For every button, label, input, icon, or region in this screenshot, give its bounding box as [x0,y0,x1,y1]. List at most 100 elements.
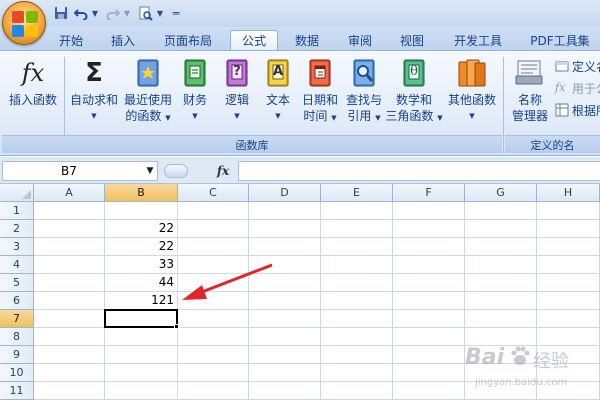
cell-f9[interactable] [393,346,465,364]
formula-input[interactable] [238,161,600,181]
row-header-3[interactable]: 3 [0,238,34,256]
name-manager-button[interactable]: 名称 管理器 [506,57,554,124]
cell-e8[interactable] [321,328,393,346]
cell-a10[interactable] [34,364,105,382]
cell-h6[interactable] [537,292,600,310]
create-from-selection-button[interactable]: 根据所 [555,101,600,119]
cell-c2[interactable] [178,220,249,238]
cell-e7[interactable] [321,310,393,328]
column-header-c[interactable]: C [178,184,249,202]
cell-d8[interactable] [249,328,321,346]
redo-dropdown-icon[interactable]: ▼ [123,4,131,22]
column-header-d[interactable]: D [249,184,321,202]
tab-pdf-tools[interactable]: PDF工具集 [522,30,598,50]
cell-g2[interactable] [465,220,537,238]
column-header-h[interactable]: H [537,184,600,202]
cell-g6[interactable] [465,292,537,310]
cell-f6[interactable] [393,292,465,310]
qat-more-icon[interactable]: ═ [171,4,181,22]
cell-e5[interactable] [321,274,393,292]
row-header-4[interactable]: 4 [0,256,34,274]
cell-d1[interactable] [249,202,321,220]
cell-d10[interactable] [249,364,321,382]
cell-b4[interactable]: 33 [105,256,178,274]
cell-f7[interactable] [393,310,465,328]
cell-f1[interactable] [393,202,465,220]
cell-b10[interactable] [105,364,178,382]
cell-f8[interactable] [393,328,465,346]
row-header-10[interactable]: 10 [0,364,34,382]
math-trig-button[interactable]: θ 数学和 三角函数 ▼ [384,57,444,126]
cell-h5[interactable] [537,274,600,292]
cell-d4[interactable] [249,256,321,274]
cell-d9[interactable] [249,346,321,364]
tab-home[interactable]: 开始 [50,30,92,50]
cell-h1[interactable] [537,202,600,220]
cell-a4[interactable] [34,256,105,274]
more-functions-button[interactable]: 其他函数 ▼ [444,57,500,124]
cell-c6[interactable] [178,292,249,310]
text-button[interactable]: A 文本 ▼ [258,57,298,124]
use-in-formula-button[interactable]: fx 用于公 [555,79,600,97]
lookup-reference-button[interactable]: 查找与 引用 ▼ [342,57,386,126]
tab-formulas[interactable]: 公式 [230,30,278,50]
cell-d2[interactable] [249,220,321,238]
save-icon[interactable] [52,4,70,22]
row-header-11[interactable]: 11 [0,382,34,400]
tab-insert[interactable]: 插入 [102,30,144,50]
cell-c5[interactable] [178,274,249,292]
column-header-e[interactable]: E [321,184,393,202]
tab-page-layout[interactable]: 页面布局 [155,30,221,50]
tab-data[interactable]: 数据 [285,30,329,50]
office-button[interactable] [2,1,46,45]
cell-d7[interactable] [249,310,321,328]
cell-c8[interactable] [178,328,249,346]
cell-a6[interactable] [34,292,105,310]
date-time-button[interactable]: 日期和 时间 ▼ [298,57,342,126]
cell-b3[interactable]: 22 [105,238,178,256]
name-box-dropdown-icon[interactable]: ▼ [143,166,157,176]
cell-b6[interactable]: 121 [105,292,178,310]
autosum-button[interactable]: Σ 自动求和 ▼ [66,57,122,124]
undo-dropdown-icon[interactable]: ▼ [91,4,99,22]
cell-b8[interactable] [105,328,178,346]
row-header-7[interactable]: 7 [0,310,34,328]
cell-a5[interactable] [34,274,105,292]
cell-h2[interactable] [537,220,600,238]
tab-view[interactable]: 视图 [390,30,434,50]
print-preview-icon[interactable] [136,4,154,22]
cell-e4[interactable] [321,256,393,274]
cell-b9[interactable] [105,346,178,364]
row-header-5[interactable]: 5 [0,274,34,292]
cell-a1[interactable] [34,202,105,220]
name-box[interactable]: B7 ▼ [2,161,158,181]
tab-developer[interactable]: 开发工具 [443,30,513,50]
select-all-corner[interactable] [0,184,34,202]
row-header-1[interactable]: 1 [0,202,34,220]
row-header-6[interactable]: 6 [0,292,34,310]
cell-a11[interactable] [34,382,105,400]
cell-f4[interactable] [393,256,465,274]
cell-a3[interactable] [34,238,105,256]
cell-e1[interactable] [321,202,393,220]
cell-h4[interactable] [537,256,600,274]
cell-h3[interactable] [537,238,600,256]
cell-b1[interactable] [105,202,178,220]
row-header-2[interactable]: 2 [0,220,34,238]
cell-c7[interactable] [178,310,249,328]
cell-b11[interactable] [105,382,178,400]
cell-c4[interactable] [178,256,249,274]
cell-c10[interactable] [178,364,249,382]
cell-d11[interactable] [249,382,321,400]
cell-a9[interactable] [34,346,105,364]
column-header-g[interactable]: G [465,184,537,202]
cell-e10[interactable] [321,364,393,382]
undo-icon[interactable] [72,4,90,22]
cell-h7[interactable] [537,310,600,328]
insert-function-button[interactable]: fx 插入函数 [4,57,62,108]
column-header-a[interactable]: A [34,184,105,202]
cell-g5[interactable] [465,274,537,292]
cell-e6[interactable] [321,292,393,310]
cell-d3[interactable] [249,238,321,256]
cell-c1[interactable] [178,202,249,220]
